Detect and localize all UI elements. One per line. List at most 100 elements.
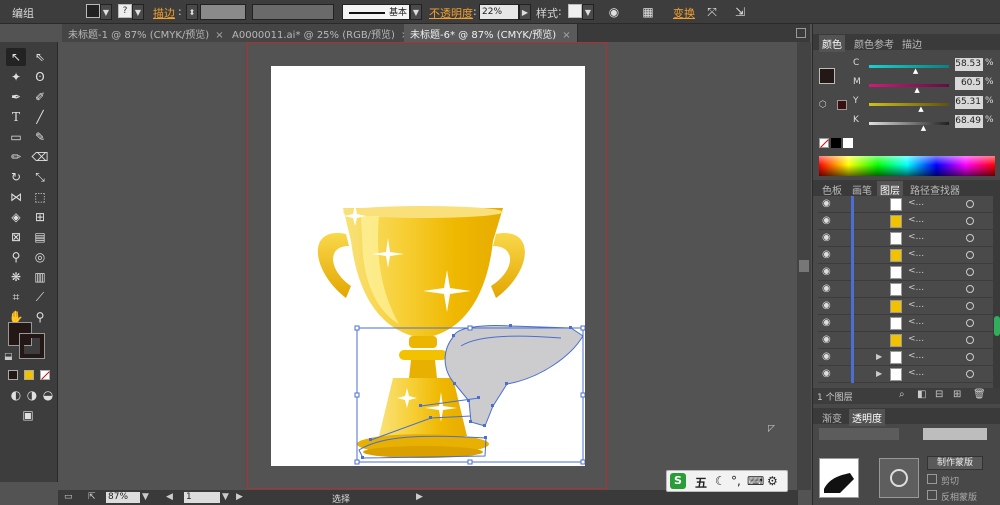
lasso-tool-icon[interactable]: ʘ [30,68,50,86]
visibility-eye-icon[interactable]: ◉ [822,215,831,226]
locate-object-icon[interactable]: ⌕ [899,389,905,400]
slider-track[interactable] [869,84,949,87]
brush-dropdown-icon[interactable]: ▼ [410,4,422,20]
target-circle-icon[interactable] [966,217,974,225]
mask-thumbnail[interactable] [879,458,919,498]
blend-mode-dropdown[interactable] [819,428,899,440]
brush-definition-dropdown[interactable]: 基本 [342,4,410,20]
fill-swatch[interactable] [86,4,100,18]
slider-thumb-icon[interactable]: ▲ [913,67,918,75]
slider-track[interactable] [869,122,949,125]
layer-name[interactable]: <... [908,334,924,344]
new-layer-icon[interactable]: ⊞ [953,389,961,400]
layer-name[interactable]: <... [908,249,924,259]
color-mode-icon[interactable] [8,370,18,380]
gamut-swatch[interactable] [837,100,847,110]
selected-shadow-shape[interactable] [445,325,583,426]
ime-moon-icon[interactable]: ☾ [715,474,726,488]
ime-mode-label[interactable]: 五 [695,474,707,491]
delete-layer-icon[interactable]: 🗑 [973,389,986,400]
status-info-icon[interactable]: ▭ [64,492,73,502]
curvature-tool-icon[interactable]: ✐ [30,88,50,106]
layer-row[interactable]: ◉ <... [818,264,996,281]
stroke-dropdown-icon[interactable]: ▼ [132,4,144,20]
clip-checkbox[interactable] [927,474,937,484]
vertical-scrollbar[interactable] [797,42,811,490]
visibility-eye-icon[interactable]: ◉ [822,351,831,362]
tab-color[interactable]: 颜色 [819,35,845,52]
layers-scroll-thumb[interactable] [994,316,1000,336]
next-page-icon[interactable]: ▶ [236,492,243,502]
layer-row[interactable]: ◉ ▶ <... [818,349,996,366]
target-circle-icon[interactable] [966,234,974,242]
black-slider[interactable]: K ▲ 68.49 % [853,115,1000,132]
blend-tool-icon[interactable]: ◎ [30,248,50,266]
rotate-tool-icon[interactable]: ↻ [6,168,26,186]
eyedropper-tool-icon[interactable]: ⚲ [6,248,26,266]
slider-thumb-icon[interactable]: ▲ [921,124,926,132]
opacity-field[interactable] [923,428,987,440]
symbol-sprayer-tool-icon[interactable]: ❋ [6,268,26,286]
visibility-eye-icon[interactable]: ◉ [822,266,831,277]
first-page-icon[interactable]: ◀ [166,492,173,502]
tab-document-3[interactable]: 未标题-6* @ 87% (CMYK/预览) × [404,24,578,42]
stroke-color-swatch[interactable] [19,333,45,359]
visibility-eye-icon[interactable]: ◉ [822,300,831,311]
gradient-mode-icon[interactable] [24,370,34,380]
fill-dropdown-icon[interactable]: ▼ [100,4,112,20]
out-of-gamut-icon[interactable]: ⬡ [819,100,827,110]
tab-stroke[interactable]: 描边 [899,35,925,52]
column-graph-tool-icon[interactable]: ▥ [30,268,50,286]
stroke-swatch[interactable]: ? [118,4,132,18]
visibility-eye-icon[interactable]: ◉ [822,334,831,345]
make-mask-button[interactable]: 制作蒙版 [927,456,983,470]
target-circle-icon[interactable] [966,268,974,276]
slider-thumb-icon[interactable]: ▲ [918,105,923,113]
tab-document-1[interactable]: 未标题-1 @ 87% (CMYK/预览) × [62,24,231,42]
slider-thumb-icon[interactable]: ▲ [914,86,919,94]
object-thumbnail[interactable] [819,458,859,498]
page-dropdown-icon[interactable]: ▼ [222,492,229,502]
status-menu-icon[interactable]: ▶ [416,492,423,502]
scale-tool-icon[interactable]: ⤡ [30,168,50,186]
line-tool-icon[interactable]: ╱ [30,108,50,126]
layer-row[interactable]: ◉ <... [818,247,996,264]
rectangle-tool-icon[interactable]: ▭ [6,128,26,146]
tab-transparency[interactable]: 透明度 [849,409,885,426]
status-share-icon[interactable]: ⇱ [88,492,96,502]
layer-name[interactable]: <... [908,317,924,327]
target-circle-icon[interactable] [966,353,974,361]
target-circle-icon[interactable] [966,370,974,378]
type-tool-icon[interactable]: T [6,108,26,126]
slider-value[interactable]: 58.53 [955,58,983,71]
expand-arrow-icon[interactable]: ▶ [876,369,882,378]
target-circle-icon[interactable] [966,319,974,327]
ime-keyboard-icon[interactable]: ⌨ [747,474,764,488]
tab-gradient[interactable]: 渐变 [819,409,845,426]
yellow-slider[interactable]: Y ▲ 65.31 % [853,96,1000,113]
ime-settings-icon[interactable]: ⚙ [767,474,778,488]
none-mode-icon[interactable] [40,370,50,380]
opacity-label[interactable]: 不透明度 [429,5,473,21]
opacity-input[interactable]: 22% [479,4,519,20]
layer-name[interactable]: <... [908,368,924,378]
layer-row[interactable]: ◉ <... [818,196,996,213]
layer-name[interactable]: <... [908,215,924,225]
free-transform-tool-icon[interactable]: ⬚ [30,188,50,206]
selection-tool-icon[interactable]: ↖ [6,48,26,66]
artboard-tool-icon[interactable]: ⌗ [6,288,26,306]
panel-menu-icon[interactable]: ⇲ [732,4,748,20]
expand-arrow-icon[interactable]: ▶ [876,352,882,361]
target-circle-icon[interactable] [966,336,974,344]
visibility-eye-icon[interactable]: ◉ [822,249,831,260]
direct-selection-tool-icon[interactable]: ⇖ [30,48,50,66]
close-icon[interactable]: × [562,30,570,41]
variable-width-dropdown[interactable] [252,4,334,20]
visibility-eye-icon[interactable]: ◉ [822,368,831,379]
ime-logo-icon[interactable]: S [670,473,686,489]
slider-value[interactable]: 68.49 [955,115,983,128]
width-tool-icon[interactable]: ⋈ [6,188,26,206]
layer-row[interactable]: ◉ <... [818,332,996,349]
eraser-tool-icon[interactable]: ⌫ [30,148,50,166]
trophy-artwork[interactable] [271,66,585,466]
